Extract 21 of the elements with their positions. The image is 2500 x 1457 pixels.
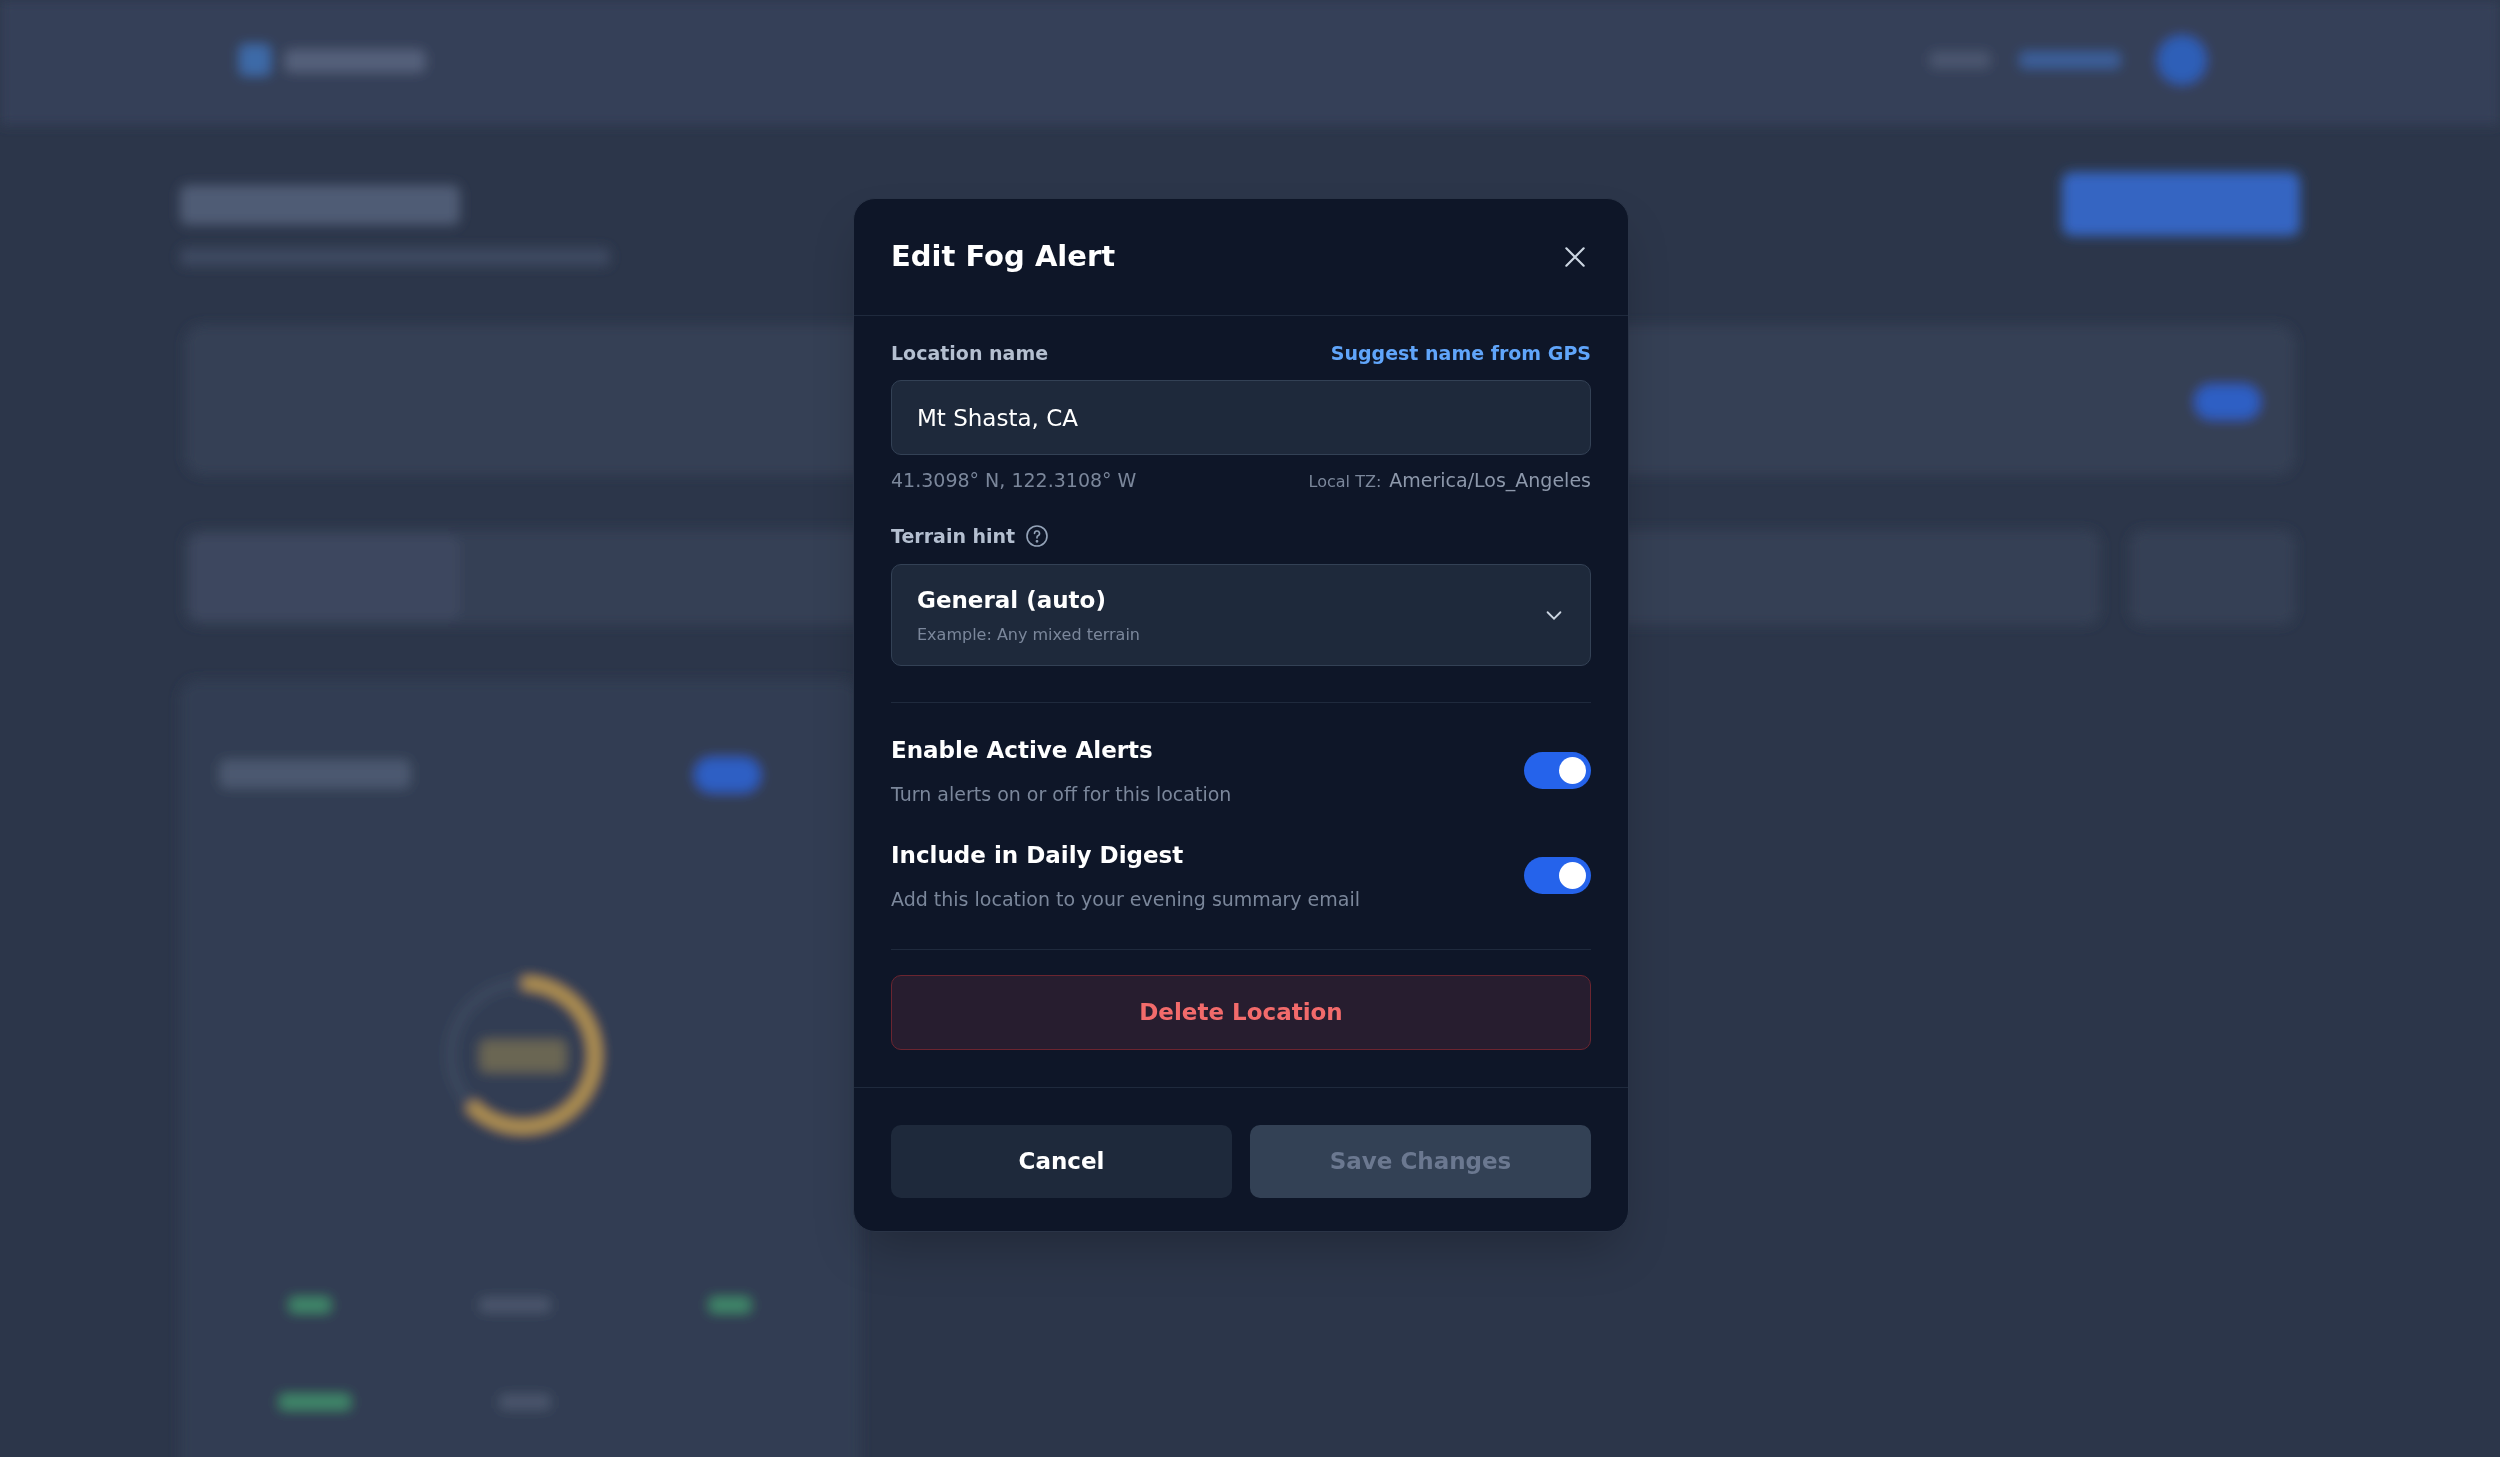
delete-location-button[interactable]: Delete Location [891, 975, 1591, 1050]
toggle-title: Include in Daily Digest [891, 841, 1185, 870]
toggle-switch[interactable] [1524, 857, 1591, 894]
toggle-title: Enable Active Alerts [891, 736, 1154, 765]
timezone-label: Local TZ: [1308, 470, 1382, 493]
dialog-title: Edit Fog Alert [891, 238, 1116, 276]
coordinates-text: 41.3098° N, 122.3108° W [891, 467, 1137, 493]
cancel-button[interactable]: Cancel [891, 1125, 1232, 1198]
terrain-select[interactable]: General (auto) Example: Any mixed terrain [891, 564, 1591, 666]
close-icon [1562, 244, 1588, 270]
select-value: General (auto) [917, 585, 1107, 615]
suggest-name-link[interactable]: Suggest name from GPS [1330, 338, 1591, 368]
field-label: Location name [891, 340, 1049, 366]
select-example-text: Example: Any mixed terrain [917, 624, 1140, 647]
location-name-field[interactable]: Mt Shasta, CA [891, 380, 1591, 455]
toggle-description: Turn alerts on or off for this location [891, 781, 1232, 807]
timezone-value: America/Los_Angeles [1389, 467, 1591, 494]
toggle-description: Add this location to your evening summary email [891, 886, 1361, 912]
help-icon[interactable] [1025, 524, 1050, 548]
toggle-switch[interactable] [1524, 752, 1591, 789]
field-label: Terrain hint [891, 523, 1016, 549]
